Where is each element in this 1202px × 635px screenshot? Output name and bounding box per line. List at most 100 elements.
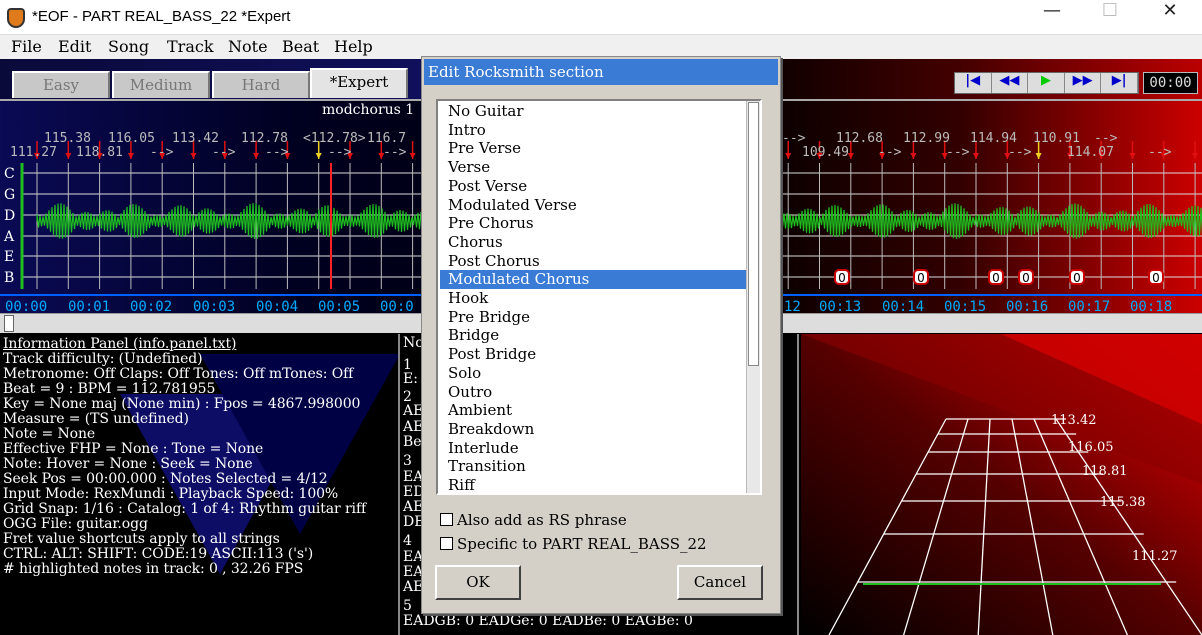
tab-hard[interactable]: Hard xyxy=(212,71,310,98)
string-label: C xyxy=(4,166,15,182)
info-panel-title: Information Panel (info.panel.txt) xyxy=(3,336,237,352)
section-label: modchorus 1 xyxy=(322,102,414,118)
checkbox-label: Specific to PART REAL_BASS_22 xyxy=(457,535,707,553)
section-option[interactable]: Pre Bridge xyxy=(440,308,746,327)
string-label: B xyxy=(4,270,14,286)
rewind-button[interactable]: ◀◀ xyxy=(992,73,1029,93)
timeline-label: 00:03 xyxy=(193,299,235,313)
info-fhp: Effective FHP = None : Tone = None xyxy=(3,441,264,457)
timeline-label: 00:13 xyxy=(819,299,861,313)
notes-line: Be xyxy=(403,434,422,450)
menu-edit[interactable]: Edit xyxy=(58,37,91,56)
section-option[interactable]: Hook xyxy=(440,289,746,308)
section-option[interactable]: Outro xyxy=(440,383,746,402)
fretboard-tempo-label: 111.27 xyxy=(1132,549,1178,564)
string-label: E xyxy=(4,249,14,265)
checkbox-box[interactable] xyxy=(440,537,453,550)
fretboard-tempo-label: 115.38 xyxy=(1100,495,1146,510)
string-label: D xyxy=(4,208,15,224)
section-option[interactable]: Modulated Chorus xyxy=(440,270,746,290)
fretboard-tempo-label: 118.81 xyxy=(1082,464,1128,479)
timeline-label: 00:00 xyxy=(5,299,47,313)
timeline-label: 00:17 xyxy=(1068,299,1110,313)
section-option[interactable]: Post Verse xyxy=(440,177,746,196)
ok-button[interactable]: OK xyxy=(435,565,521,600)
info-key: Key = None maj (None min) : Fpos = 4867.… xyxy=(3,396,361,412)
timeline-label: 00:05 xyxy=(318,299,360,313)
information-panel: Information Panel (info.panel.txt) Track… xyxy=(0,334,400,635)
note-gem-label: 0 xyxy=(917,271,925,285)
fretboard-canvas: 113.42 116.05 118.81 115.38 111.27 xyxy=(801,334,1202,635)
notes-line: 5 xyxy=(403,598,412,614)
section-option[interactable]: Riff xyxy=(440,476,746,493)
info-note: Note = None xyxy=(3,426,96,442)
timeline-label: 00:02 xyxy=(130,299,172,313)
section-option[interactable]: Breakdown xyxy=(440,420,746,439)
section-option[interactable]: Transition xyxy=(440,457,746,476)
section-list-scrollbar[interactable] xyxy=(746,101,760,493)
section-list-scroll-thumb[interactable] xyxy=(748,102,759,366)
tab-expert[interactable]: *Expert xyxy=(310,68,408,98)
play-button[interactable]: ▶ xyxy=(1028,73,1065,93)
window-title: *EOF - PART REAL_BASS_22 *Expert xyxy=(32,8,291,25)
section-option[interactable]: Verse xyxy=(440,158,746,177)
specific-to-track-checkbox[interactable]: Specific to PART REAL_BASS_22 xyxy=(440,534,740,554)
tab-medium[interactable]: Medium xyxy=(112,71,210,98)
string-label: G xyxy=(4,187,15,203)
close-button[interactable]: ✕ xyxy=(1140,0,1200,35)
section-option[interactable]: Chorus xyxy=(440,233,746,252)
cancel-button[interactable]: Cancel xyxy=(677,565,763,600)
menu-song[interactable]: Song xyxy=(108,37,149,56)
section-option[interactable]: Bridge xyxy=(440,326,746,345)
timecode-display: 00:00 xyxy=(1143,72,1198,94)
maximize-button[interactable]: ☐ xyxy=(1080,0,1140,35)
section-list[interactable]: Riff Transition Interlude Breakdown Ambient O… xyxy=(436,99,762,495)
menu-file[interactable]: File xyxy=(11,37,42,56)
info-grid-snap: Grid Snap: 1/16 : Catalog: 1 of 4: Rhyth… xyxy=(3,501,367,517)
notes-tuning-summary: EADGB: 0 EADGe: 0 EADBe: 0 EAGBe: 0 xyxy=(403,613,693,629)
note-gem-label: 0 xyxy=(992,271,1000,285)
seek-end-button[interactable]: ▶| xyxy=(1101,73,1138,93)
timeline-label: 00:15 xyxy=(944,299,986,313)
timeline-label: 00:18 xyxy=(1130,299,1172,313)
section-option[interactable]: Modulated Verse xyxy=(440,196,746,215)
section-option[interactable]: Post Chorus xyxy=(440,252,746,271)
tab-easy[interactable]: Easy xyxy=(12,71,110,98)
timeline-label: 00:01 xyxy=(68,299,110,313)
section-option[interactable]: Post Bridge xyxy=(440,345,746,364)
timeline-label: 00:16 xyxy=(1006,299,1048,313)
timeline-label: 00:04 xyxy=(256,299,298,313)
dialog-title: Edit Rocksmith section xyxy=(424,59,778,85)
checkbox-box[interactable] xyxy=(440,513,453,526)
seek-start-button[interactable]: |◀ xyxy=(955,73,992,93)
section-option[interactable]: Ambient xyxy=(440,401,746,420)
note-gem-label: 0 xyxy=(1022,271,1030,285)
fast-forward-button[interactable]: ▶▶ xyxy=(1065,73,1102,93)
minimize-button[interactable]: — xyxy=(1022,0,1082,35)
timeline-label: 00:0 xyxy=(380,299,414,313)
section-option[interactable]: Intro xyxy=(440,121,746,140)
section-option[interactable]: Interlude xyxy=(440,439,746,458)
app-icon xyxy=(7,8,25,28)
edit-rocksmith-section-dialog: Edit Rocksmith section Riff Transition Int… xyxy=(421,56,781,614)
note-gem-label: 0 xyxy=(1152,271,1160,285)
info-input-mode: Input Mode: RexMundi : Playback Speed: 1… xyxy=(3,486,339,502)
fretboard-preview: 113.42 116.05 118.81 115.38 111.27 xyxy=(801,334,1202,635)
seek-thumb[interactable] xyxy=(4,315,14,332)
section-option[interactable]: Solo xyxy=(440,364,746,383)
add-rs-phrase-checkbox[interactable]: Also add as RS phrase xyxy=(440,510,740,530)
section-option[interactable]: Pre Verse xyxy=(440,139,746,158)
info-ogg-file: OGG File: guitar.ogg xyxy=(3,516,148,532)
transport-controls: |◀ ◀◀ ▶ ▶▶ ▶| xyxy=(954,72,1139,94)
string-label: A xyxy=(3,229,15,245)
notes-line: E: xyxy=(403,371,418,387)
section-option[interactable]: Pre Chorus xyxy=(440,214,746,233)
note-gem-label: 0 xyxy=(838,271,846,285)
menu-note[interactable]: Note xyxy=(228,37,268,56)
menu-beat[interactable]: Beat xyxy=(282,37,319,56)
section-option[interactable]: No Guitar xyxy=(440,102,746,121)
checkbox-label: Also add as RS phrase xyxy=(457,511,627,529)
menu-track[interactable]: Track xyxy=(167,37,214,56)
menu-help[interactable]: Help xyxy=(334,37,373,56)
notes-line: 4 xyxy=(403,533,412,549)
